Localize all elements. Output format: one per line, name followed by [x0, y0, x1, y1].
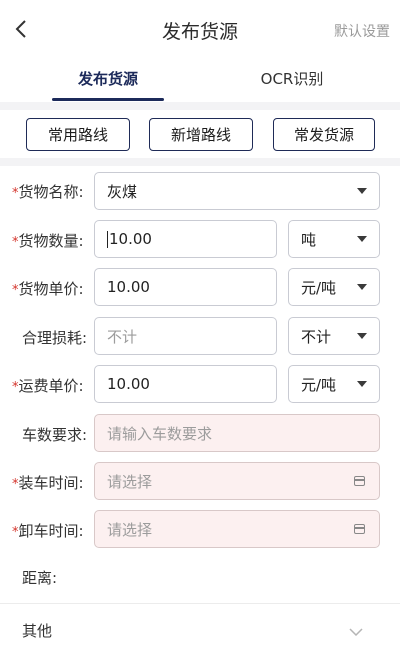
loss-input[interactable]: 不计 [94, 317, 277, 355]
tab-publish[interactable]: 发布货源 [52, 68, 164, 89]
frequent-cargo-button[interactable]: 常发货源 [273, 118, 375, 151]
distance-label: 距离: [22, 569, 58, 587]
load-time-label: *装车时间: [12, 472, 84, 493]
caret-down-icon [357, 284, 367, 290]
loss-unit: 不计 [301, 327, 332, 346]
active-tab-indicator [52, 98, 164, 101]
unload-time-label-text: 卸车时间: [18, 522, 84, 540]
nav-bar: 发布货源 默认设置 [0, 0, 400, 58]
default-settings-button[interactable]: 默认设置 [334, 21, 390, 41]
divider [0, 603, 400, 604]
caret-down-icon [357, 381, 367, 387]
freight-price-unit-select[interactable]: 元/吨 [288, 365, 380, 403]
unload-time-picker[interactable]: 请选择 [94, 510, 380, 548]
truck-req-input[interactable]: 请输入车数要求 [94, 414, 380, 452]
section-divider [0, 102, 400, 110]
calendar-icon [354, 476, 365, 486]
freight-price-label-text: 运费单价: [18, 377, 84, 395]
unload-time-placeholder: 请选择 [107, 520, 153, 539]
chevron-down-icon [348, 622, 364, 637]
freight-price-input[interactable]: 10.00 [94, 365, 277, 403]
load-time-placeholder: 请选择 [107, 472, 153, 491]
cargo-price-unit: 元/吨 [301, 278, 337, 297]
freight-price-unit: 元/吨 [301, 375, 337, 394]
loss-label: 合理损耗: [22, 329, 88, 347]
text-cursor [107, 230, 108, 248]
cargo-qty-input[interactable]: 10.00 [94, 220, 277, 258]
unload-time-label: *卸车时间: [12, 520, 84, 541]
cargo-qty-label: *货物数量: [12, 230, 84, 251]
freight-price-value: 10.00 [107, 375, 150, 393]
tab-bar: 发布货源 OCR识别 [0, 58, 400, 102]
caret-down-icon [357, 333, 367, 339]
section-divider [0, 158, 400, 166]
cargo-qty-unit: 吨 [301, 230, 317, 249]
freight-price-label: *运费单价: [12, 375, 84, 396]
add-route-button[interactable]: 新增路线 [149, 118, 253, 151]
cargo-qty-value: 10.00 [109, 230, 152, 248]
truck-req-label: 车数要求: [22, 426, 88, 444]
other-section-toggle[interactable]: 其他 [0, 606, 400, 651]
common-routes-button[interactable]: 常用路线 [26, 118, 130, 151]
cargo-name-select[interactable]: 灰煤 [94, 172, 380, 210]
caret-down-icon [357, 188, 367, 194]
cargo-qty-unit-select[interactable]: 吨 [288, 220, 380, 258]
calendar-icon [354, 524, 365, 534]
cargo-price-label-text: 货物单价: [18, 280, 84, 298]
cargo-name-value: 灰煤 [107, 182, 138, 201]
cargo-price-unit-select[interactable]: 元/吨 [288, 268, 380, 306]
loss-placeholder: 不计 [107, 327, 138, 346]
caret-down-icon [357, 236, 367, 242]
cargo-price-label: *货物单价: [12, 278, 84, 299]
cargo-qty-label-text: 货物数量: [18, 232, 84, 250]
tab-ocr[interactable]: OCR识别 [236, 68, 348, 89]
cargo-price-value: 10.00 [107, 278, 150, 296]
loss-unit-select[interactable]: 不计 [288, 317, 380, 355]
cargo-name-label: *货物名称: [12, 181, 84, 202]
cargo-price-input[interactable]: 10.00 [94, 268, 277, 306]
cargo-name-label-text: 货物名称: [18, 183, 84, 201]
load-time-picker[interactable]: 请选择 [94, 462, 380, 500]
truck-req-placeholder: 请输入车数要求 [107, 424, 213, 443]
quick-actions: 常用路线 新增路线 常发货源 [0, 114, 400, 156]
load-time-label-text: 装车时间: [18, 474, 84, 492]
other-label: 其他 [22, 622, 53, 640]
